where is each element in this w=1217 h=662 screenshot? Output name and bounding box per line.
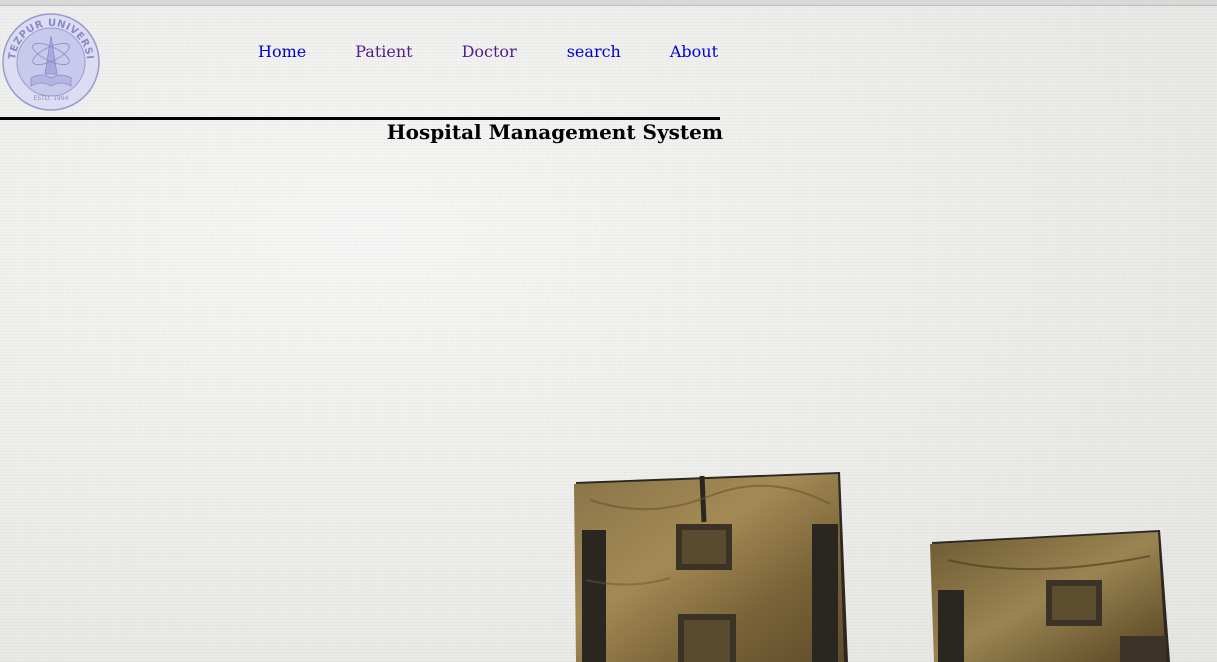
page-title: Hospital Management System <box>386 120 723 144</box>
nav-link-search[interactable]: search <box>567 42 621 62</box>
nav-link-doctor[interactable]: Doctor <box>462 42 517 62</box>
main-nav: Home Patient Doctor search About <box>258 42 718 62</box>
svg-text:ESTD. 1994: ESTD. 1994 <box>34 95 69 102</box>
letter-block-h <box>574 472 848 662</box>
nav-link-about[interactable]: About <box>670 42 718 62</box>
nav-link-patient[interactable]: Patient <box>355 42 412 62</box>
letter-block-e <box>930 530 1170 662</box>
browser-top-edge <box>0 0 1217 6</box>
university-logo: TEZPUR UNIVERSITY ESTD. 1994 <box>1 12 100 111</box>
nav-link-home[interactable]: Home <box>258 42 306 62</box>
hero-letterpress-image <box>574 472 1170 662</box>
